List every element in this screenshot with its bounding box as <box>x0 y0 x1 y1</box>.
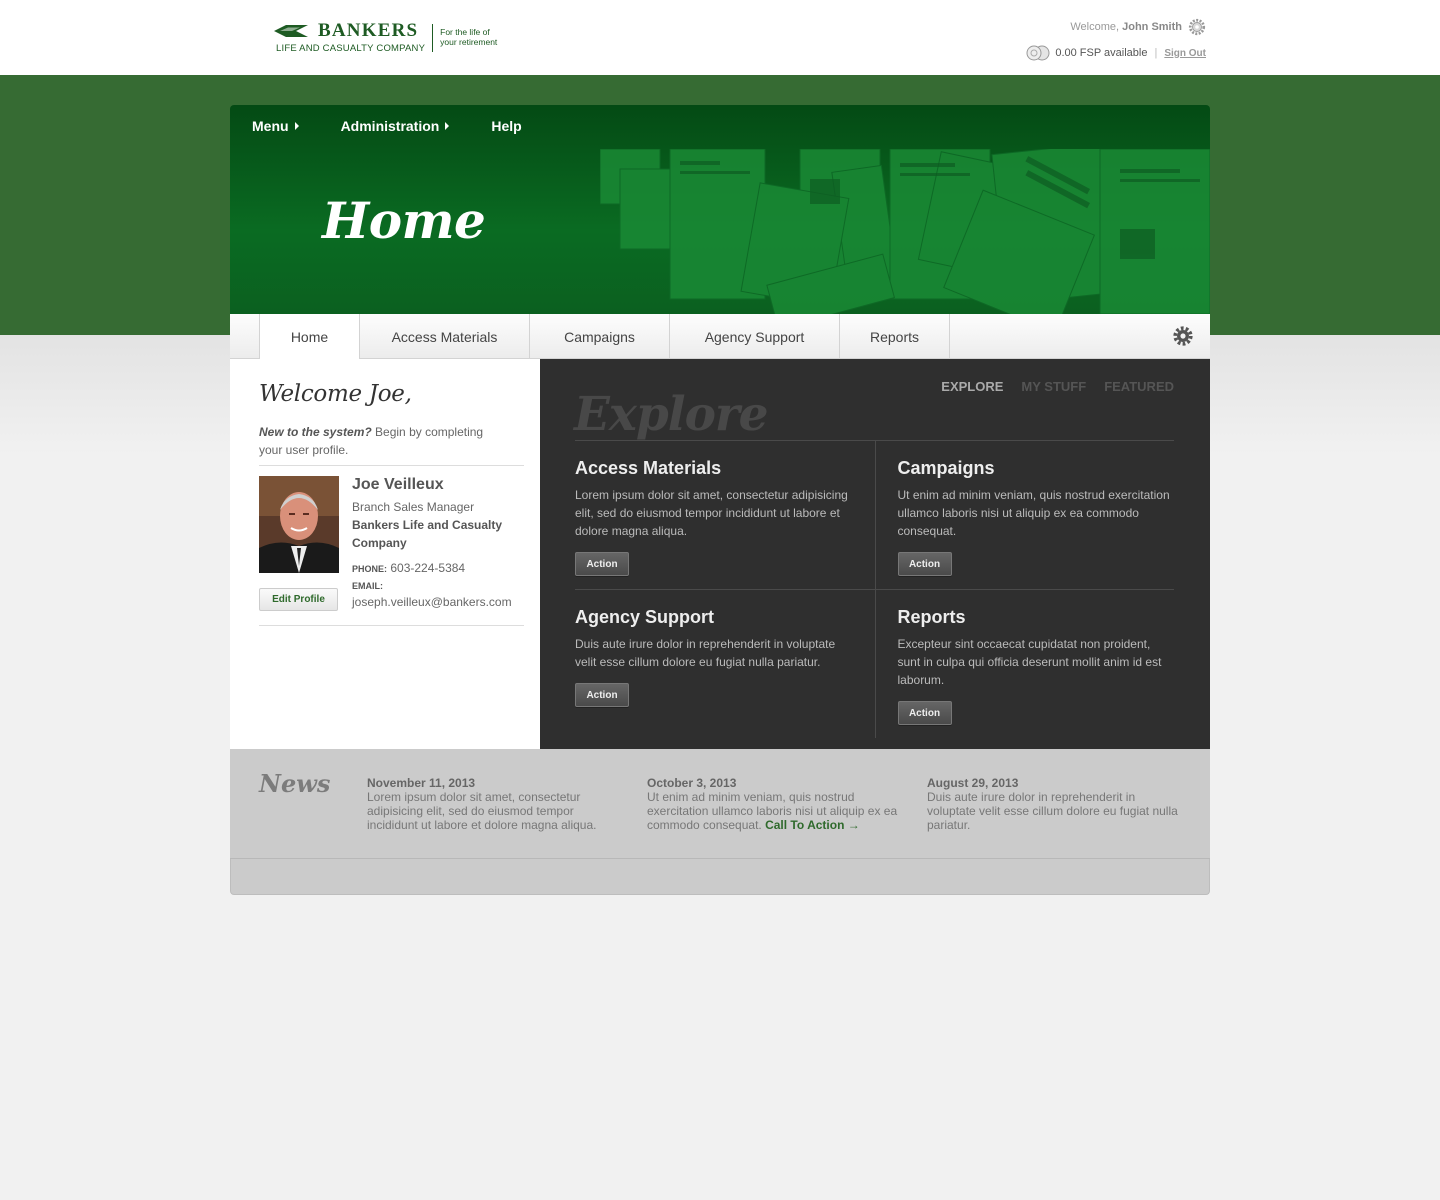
logo-divider <box>432 24 434 52</box>
action-button[interactable]: Action <box>575 683 629 707</box>
logo-mark-icon <box>274 25 308 37</box>
logo-subtitle: LIFE AND CASUALTY COMPANY <box>276 43 426 54</box>
card-text: Duis aute irure dolor in reprehenderit i… <box>575 637 836 669</box>
logo-tagline-line-2: your retirement <box>440 37 498 47</box>
logo-name: BANKERS <box>318 20 419 41</box>
phone-label: PHONE: <box>352 564 388 574</box>
explore-grid: Access Materials Lorem ipsum dolor sit a… <box>575 440 1174 738</box>
intro-question: New to the system? <box>259 425 372 439</box>
news-item: August 29, 2013 Duis aute irure dolor in… <box>927 776 1183 832</box>
logo-tagline-line-1: For the life of <box>440 27 490 37</box>
tab-home[interactable]: Home <box>259 314 360 360</box>
main-container: Menu Administration Help Home Home Acces… <box>230 105 1210 895</box>
page-title: Home <box>322 191 486 250</box>
gear-icon[interactable] <box>1172 325 1194 347</box>
hero-banner: Menu Administration Help Home <box>230 105 1210 314</box>
email-label: EMAIL: <box>352 581 383 591</box>
user-name[interactable]: John Smith <box>1122 21 1182 33</box>
tab-campaigns[interactable]: Campaigns <box>530 314 670 359</box>
news-heading: News <box>259 769 331 798</box>
caret-right-icon <box>445 122 450 130</box>
menu-dropdown[interactable]: Menu <box>252 118 299 134</box>
profile-photo-image <box>259 476 339 573</box>
profile-role: Branch Sales Manager <box>352 500 475 514</box>
profile-name: Joe Veilleux <box>352 476 444 493</box>
tab-reports[interactable]: Reports <box>840 314 950 359</box>
coins-icon <box>1026 45 1050 61</box>
explore-card-agency-support: Agency Support Duis aute irure dolor in … <box>575 590 875 738</box>
section-tabs: Home Access Materials Campaigns Agency S… <box>230 314 1210 360</box>
explore-card-reports: Reports Excepteur sint occaecat cupidata… <box>874 590 1175 738</box>
explore-subtabs: EXPLORE MY STUFF FEATURED <box>941 379 1174 394</box>
news-date: August 29, 2013 <box>927 776 1019 790</box>
news-text: Duis aute irure dolor in reprehenderit i… <box>927 790 1178 832</box>
email-value[interactable]: joseph.veilleux@bankers.com <box>352 595 512 609</box>
bankers-logo[interactable]: BANKERS LIFE AND CASUALTY COMPANY For th… <box>274 20 497 54</box>
explore-heading: Explore <box>574 387 769 442</box>
intro-text: New to the system? Begin by completing y… <box>259 423 499 459</box>
tab-agency-support[interactable]: Agency Support <box>670 314 840 359</box>
help-link[interactable]: Help <box>491 118 521 134</box>
news-text: Lorem ipsum dolor sit amet, consectetur … <box>367 790 597 832</box>
welcome-panel: Welcome Joe, New to the system? Begin by… <box>230 359 540 749</box>
welcome-prefix: Welcome, <box>1070 21 1120 33</box>
news-section: News November 11, 2013 Lorem ipsum dolor… <box>230 749 1210 859</box>
settings-gear-icon[interactable] <box>1188 18 1206 36</box>
profile-phone: PHONE: 603-224-5384 <box>352 561 512 575</box>
explore-card-campaigns: Campaigns Ut enim ad minim veniam, quis … <box>874 441 1175 589</box>
news-date: October 3, 2013 <box>647 776 737 790</box>
news-body: Ut enim ad minim veniam, quis nostrud ex… <box>647 790 903 832</box>
phone-value: 603-224-5384 <box>390 561 466 575</box>
card-text: Excepteur sint occaecat cupidatat non pr… <box>897 637 1162 687</box>
card-text: Ut enim ad minim veniam, quis nostrud ex… <box>897 488 1170 538</box>
logo-tagline: For the life of your retirement <box>440 27 497 47</box>
footer-strip <box>230 859 1210 895</box>
subtab-my-stuff[interactable]: MY STUFF <box>1021 379 1086 394</box>
card-title[interactable]: Reports <box>898 607 1175 628</box>
administration-label: Administration <box>340 118 440 134</box>
administration-dropdown[interactable]: Administration <box>341 118 450 134</box>
tab-access-materials[interactable]: Access Materials <box>360 314 530 359</box>
user-area: Welcome, John Smith 0.00 FSP available |… <box>1025 18 1206 61</box>
card-title[interactable]: Access Materials <box>575 458 875 479</box>
card-title[interactable]: Agency Support <box>575 607 875 628</box>
separator: | <box>1154 47 1158 59</box>
fsp-balance: 0.00 FSP available <box>1055 47 1148 59</box>
profile-company: Bankers Life and Casualty Company <box>352 518 503 550</box>
news-item: November 11, 2013 Lorem ipsum dolor sit … <box>367 776 623 832</box>
caret-right-icon <box>294 122 299 130</box>
subtab-featured[interactable]: FEATURED <box>1104 379 1174 394</box>
content-panels: Welcome Joe, New to the system? Begin by… <box>230 359 1210 749</box>
card-title[interactable]: Campaigns <box>898 458 1175 479</box>
profile-info: Joe Veilleux Branch Sales Manager Banker… <box>352 476 512 613</box>
subtab-explore[interactable]: EXPLORE <box>941 379 1003 394</box>
news-item: October 3, 2013 Ut enim ad minim veniam,… <box>647 776 903 832</box>
edit-profile-button[interactable]: Edit Profile <box>259 588 338 611</box>
action-button[interactable]: Action <box>897 701 952 725</box>
sign-out-link[interactable]: Sign Out <box>1164 48 1206 59</box>
action-button[interactable]: Action <box>575 552 629 576</box>
explore-card-access-materials: Access Materials Lorem ipsum dolor sit a… <box>575 441 875 589</box>
menu-label: Menu <box>252 118 289 134</box>
call-to-action-link[interactable]: Call To Action → <box>765 818 860 832</box>
top-navigation: Menu Administration Help <box>252 118 564 134</box>
marketing-materials-collage <box>600 149 1210 314</box>
help-label: Help <box>491 118 522 134</box>
explore-panel: EXPLORE MY STUFF FEATURED Explore Access… <box>540 359 1210 749</box>
profile-photo <box>259 476 339 573</box>
action-button[interactable]: Action <box>897 552 952 576</box>
welcome-heading: Welcome Joe, <box>259 381 412 407</box>
card-text: Lorem ipsum dolor sit amet, consectetur … <box>575 488 848 538</box>
top-header: BANKERS LIFE AND CASUALTY COMPANY For th… <box>0 0 1440 75</box>
news-date: November 11, 2013 <box>367 776 476 790</box>
welcome-text: Welcome, John Smith <box>1070 21 1182 33</box>
profile-card: Edit Profile Joe Veilleux Branch Sales M… <box>259 465 524 626</box>
